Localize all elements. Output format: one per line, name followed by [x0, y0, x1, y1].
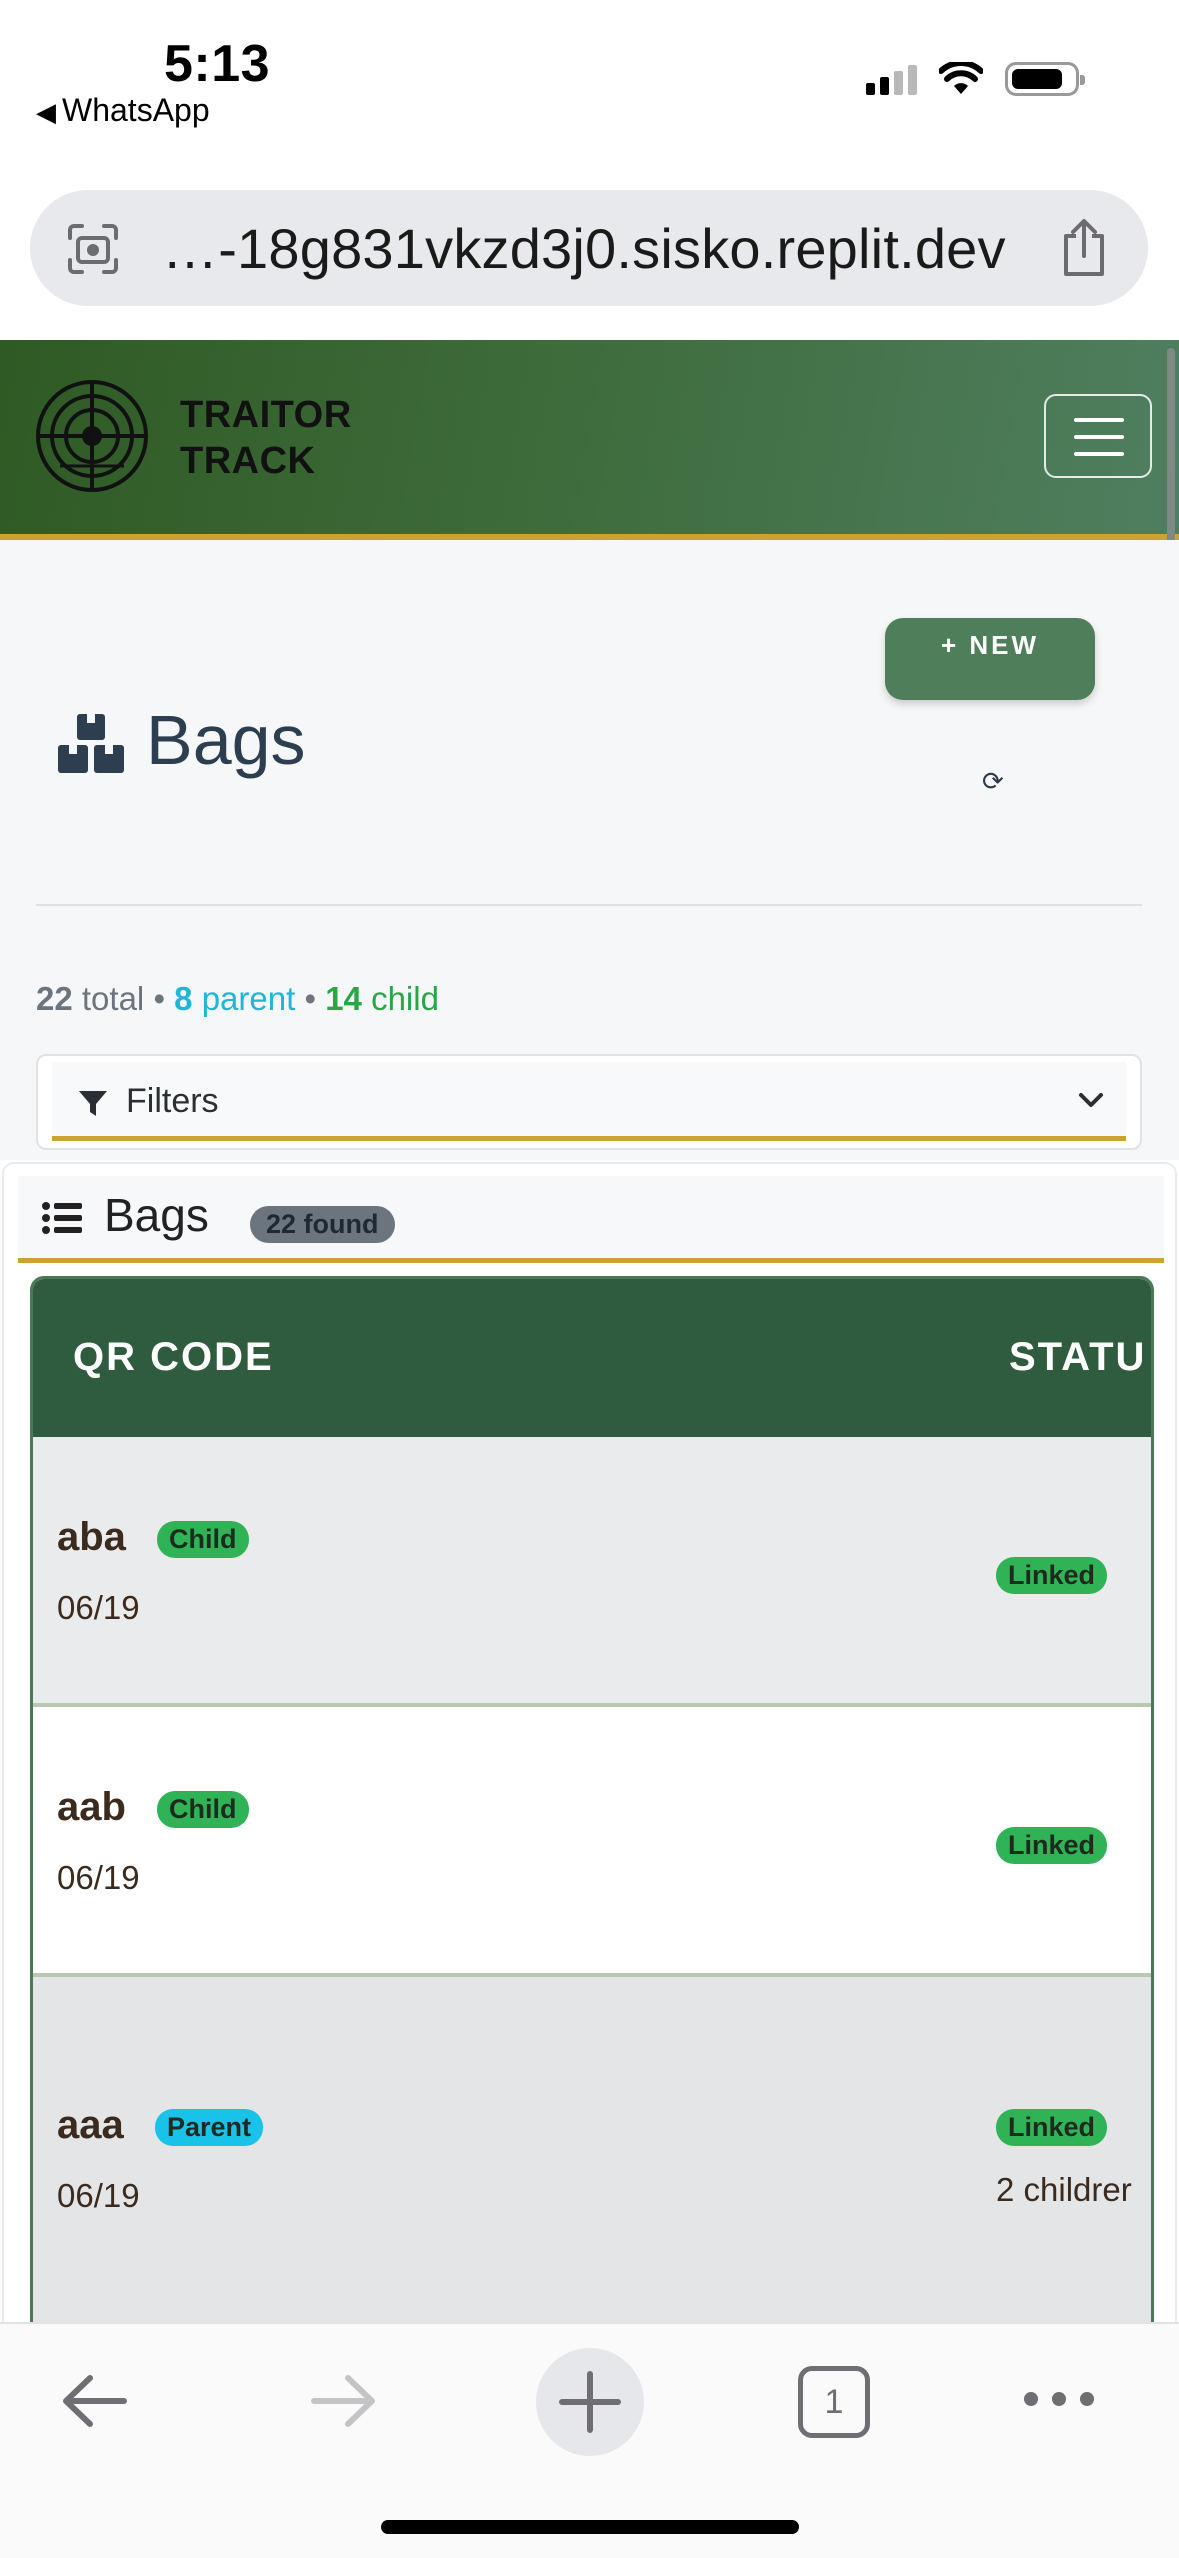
camera-search-icon[interactable] [64, 220, 122, 278]
stat-child-count: 14 [325, 980, 362, 1017]
bag-code[interactable]: aab [57, 1785, 126, 1830]
status-badge: Linked [996, 1827, 1108, 1864]
home-indicator[interactable] [381, 2520, 799, 2534]
divider [36, 904, 1142, 906]
back-arrow-icon[interactable] [58, 2364, 132, 2438]
type-badge: Parent [155, 2109, 264, 2146]
new-bag-button[interactable]: + NEW [885, 618, 1095, 700]
table-header: QR CODE STATU [33, 1279, 1151, 1437]
bag-code[interactable]: aba [57, 1515, 126, 1560]
list-icon [42, 1202, 82, 1234]
brand-name[interactable]: TRAITOR TRACK [180, 392, 352, 484]
type-badge: Child [157, 1521, 249, 1558]
app-header: TRAITOR TRACK [0, 340, 1179, 540]
filters-label: Filters [126, 1082, 219, 1120]
crosshair-logo-icon[interactable] [34, 378, 150, 494]
new-tab-button[interactable] [536, 2348, 644, 2456]
filters-panel: Filters [36, 1054, 1142, 1150]
table-row[interactable]: aba Child 06/19 Linked [33, 1437, 1151, 1707]
card-header: Bags 22 found [18, 1176, 1164, 1263]
bags-card: Bags 22 found QR CODE STATU aba Child 06… [2, 1162, 1177, 2372]
type-badge: Child [157, 1791, 249, 1828]
stat-parent-count: 8 [174, 980, 193, 1017]
stat-total-label: total [81, 980, 145, 1017]
hamburger-menu-button[interactable] [1044, 394, 1152, 478]
children-count: 2 childrer [996, 2171, 1132, 2208]
status-badge: Linked [996, 1557, 1108, 1594]
stat-separator: • [153, 980, 165, 1017]
card-title: Bags [104, 1189, 209, 1241]
forward-arrow-icon[interactable] [306, 2364, 380, 2438]
tabs-icon[interactable]: 1 [798, 2366, 870, 2438]
back-app-label: WhatsApp [62, 92, 210, 128]
url-text[interactable]: …-18g831vkzd3j0.sisko.replit.dev [162, 216, 1006, 281]
wifi-icon [939, 62, 983, 94]
bag-date: 06/19 [57, 1589, 140, 1626]
plus-icon [559, 2371, 621, 2433]
battery-icon [1005, 62, 1085, 96]
brand-line-2: TRACK [180, 440, 316, 482]
status-time: 5:13 [164, 35, 271, 93]
column-header-status[interactable]: STATU [1009, 1335, 1146, 1380]
status-bar: 5:13 ◀ WhatsApp [0, 0, 1179, 150]
stat-child-label: child [371, 980, 439, 1017]
stat-separator-2: • [304, 980, 317, 1017]
page-title: Bags [146, 701, 306, 779]
more-icon[interactable] [1024, 2392, 1094, 2406]
boxes-icon [58, 714, 124, 773]
bag-stats: 22 total • 8 parent • 14 child [36, 980, 439, 1018]
bags-table: QR CODE STATU aba Child 06/19 Linked aab… [30, 1276, 1154, 2370]
back-triangle-icon: ◀ [36, 97, 56, 127]
stat-total-count: 22 [36, 980, 73, 1017]
status-icons [866, 62, 1085, 96]
column-header-qr-code[interactable]: QR CODE [73, 1335, 274, 1380]
bag-date: 06/19 [57, 1859, 140, 1896]
found-count-badge: 22 found [250, 1206, 395, 1243]
filters-toggle[interactable]: Filters [52, 1062, 1126, 1141]
stat-parent-label: parent [201, 980, 296, 1017]
url-bar[interactable]: …-18g831vkzd3j0.sisko.replit.dev [30, 190, 1148, 306]
cellular-signal-icon [866, 63, 917, 95]
chevron-down-icon [1079, 1093, 1103, 1107]
filter-icon [79, 1091, 107, 1116]
back-to-app-link[interactable]: ◀ WhatsApp [36, 92, 210, 129]
status-badge: Linked [996, 2109, 1108, 2146]
bag-code[interactable]: aaa [57, 2103, 124, 2148]
bag-date: 06/19 [57, 2177, 140, 2214]
brand-line-1: TRAITOR [180, 394, 352, 436]
share-icon[interactable] [1058, 218, 1110, 278]
hamburger-icon [1074, 418, 1124, 422]
refresh-icon[interactable]: ⟳ [982, 766, 1004, 797]
table-row[interactable]: aab Child 06/19 Linked [33, 1707, 1151, 1977]
table-row[interactable]: aaa Parent 06/19 Linked 2 childrer [33, 1977, 1151, 2370]
